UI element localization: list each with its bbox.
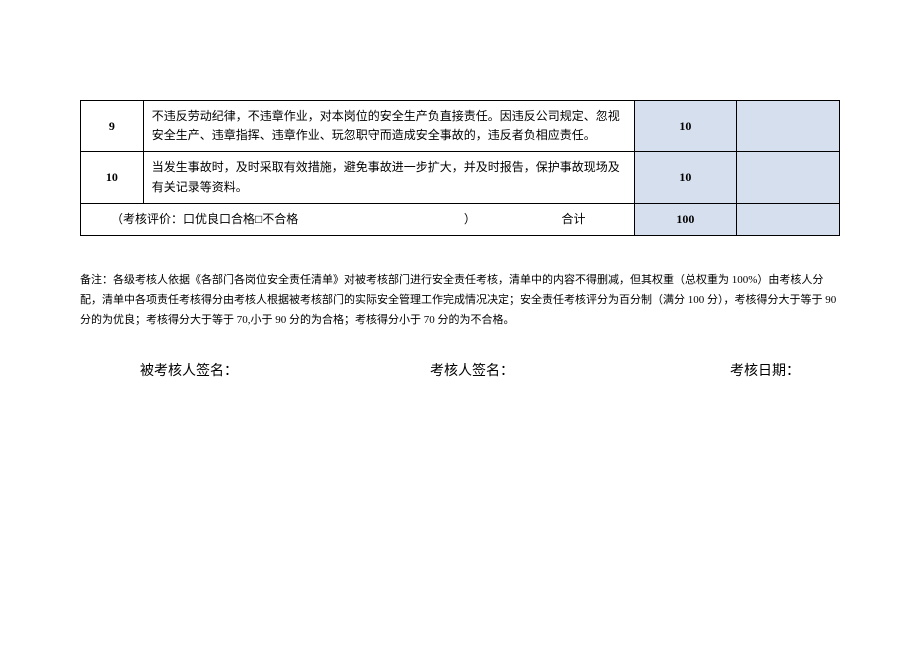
row-blank: [737, 101, 840, 152]
evaluation-text: （考核评价：口优良口合格□不合格: [111, 210, 298, 229]
summary-total-label: 合计: [562, 210, 626, 229]
row-description: 不违反劳动纪律，不违章作业，对本岗位的安全生产负直接责任。因违反公司规定、忽视安…: [143, 101, 634, 152]
row-blank: [737, 152, 840, 203]
assessor-signature: 考核人签名：: [430, 360, 730, 380]
summary-total-score: 100: [634, 203, 737, 235]
summary-blank: [737, 203, 840, 235]
summary-row: （考核评价：口优良口合格□不合格 ） 合计 100: [81, 203, 840, 235]
row-number: 10: [81, 152, 144, 203]
notes-text: 备注：各级考核人依据《各部门各岗位安全责任清单》对被考核部门进行安全责任考核，清…: [80, 271, 840, 330]
row-score: 10: [634, 152, 737, 203]
assessment-table: 9 不违反劳动纪律，不违章作业，对本岗位的安全生产负直接责任。因违反公司规定、忽…: [80, 100, 840, 236]
row-description: 当发生事故时，及时采取有效措施，避免事故进一步扩大，并及时报告，保护事故现场及有…: [143, 152, 634, 203]
evaluation-paren: ）: [298, 210, 561, 229]
page-container: 9 不违反劳动纪律，不违章作业，对本岗位的安全生产负直接责任。因违反公司规定、忽…: [0, 0, 920, 380]
row-number: 9: [81, 101, 144, 152]
summary-evaluation: （考核评价：口优良口合格□不合格 ） 合计: [81, 203, 635, 235]
assessee-signature: 被考核人签名：: [140, 360, 430, 380]
row-score: 10: [634, 101, 737, 152]
table-row: 10 当发生事故时，及时采取有效措施，避免事故进一步扩大，并及时报告，保护事故现…: [81, 152, 840, 203]
assessment-date: 考核日期：: [730, 360, 800, 380]
table-row: 9 不违反劳动纪律，不违章作业，对本岗位的安全生产负直接责任。因违反公司规定、忽…: [81, 101, 840, 152]
signatures-row: 被考核人签名： 考核人签名： 考核日期：: [80, 360, 840, 380]
